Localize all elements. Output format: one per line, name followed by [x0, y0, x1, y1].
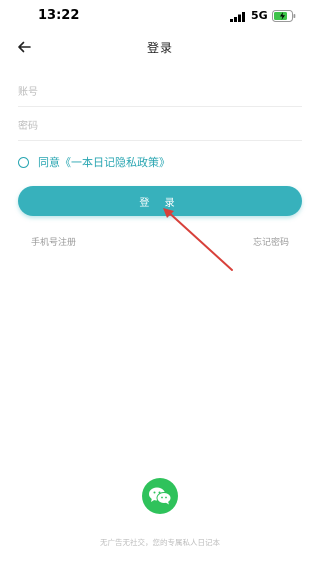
- status-time: 13:22: [38, 8, 80, 23]
- header: 登录: [0, 32, 320, 62]
- phone-register-link[interactable]: 手机号注册: [31, 235, 76, 248]
- network-label: 5G: [251, 9, 268, 22]
- radio-icon[interactable]: [18, 156, 29, 168]
- wechat-login-button[interactable]: [142, 478, 178, 514]
- signal-icon: [230, 12, 245, 22]
- page-title: 登录: [146, 41, 173, 55]
- footer-slogan: 无广告无社交，您的专属私人日记本: [100, 538, 220, 547]
- password-input[interactable]: [18, 113, 302, 140]
- agreement-row[interactable]: 同意《一本日记隐私政策》: [18, 154, 170, 170]
- wechat-icon: [149, 487, 172, 505]
- forgot-password-link[interactable]: 忘记密码: [253, 235, 289, 248]
- account-input[interactable]: [18, 79, 302, 106]
- agreement-text[interactable]: 同意《一本日记隐私政策》: [38, 154, 170, 170]
- password-field[interactable]: [18, 113, 302, 141]
- account-field[interactable]: [18, 79, 302, 107]
- status-bar: 13:22 5G: [0, 0, 320, 32]
- login-button[interactable]: 登 录: [18, 186, 302, 216]
- battery-icon: [272, 10, 296, 22]
